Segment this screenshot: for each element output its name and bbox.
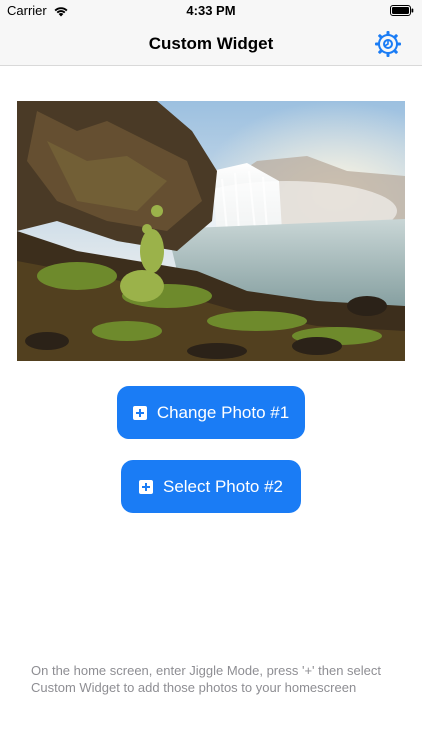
change-photo-1-label: Change Photo #1 (156, 402, 290, 422)
plus-square-icon (138, 479, 153, 494)
select-photo-2-button[interactable]: Select Photo #2 (121, 460, 301, 513)
instructions-text: On the home screen, enter Jiggle Mode, p… (31, 663, 382, 695)
selected-photo (17, 101, 405, 361)
change-photo-1-button[interactable]: Change Photo #1 (117, 386, 305, 439)
status-bar: Carrier 4:33 PM (0, 0, 422, 22)
status-time: 4:33 PM (186, 3, 236, 18)
page-title: Custom Widget (148, 34, 274, 53)
select-photo-2-label: Select Photo #2 (162, 476, 284, 496)
battery-icon (390, 5, 414, 16)
gear-icon[interactable] (374, 30, 402, 58)
navigation-bar: Custom Widget (0, 22, 422, 66)
plus-square-icon (132, 405, 147, 420)
